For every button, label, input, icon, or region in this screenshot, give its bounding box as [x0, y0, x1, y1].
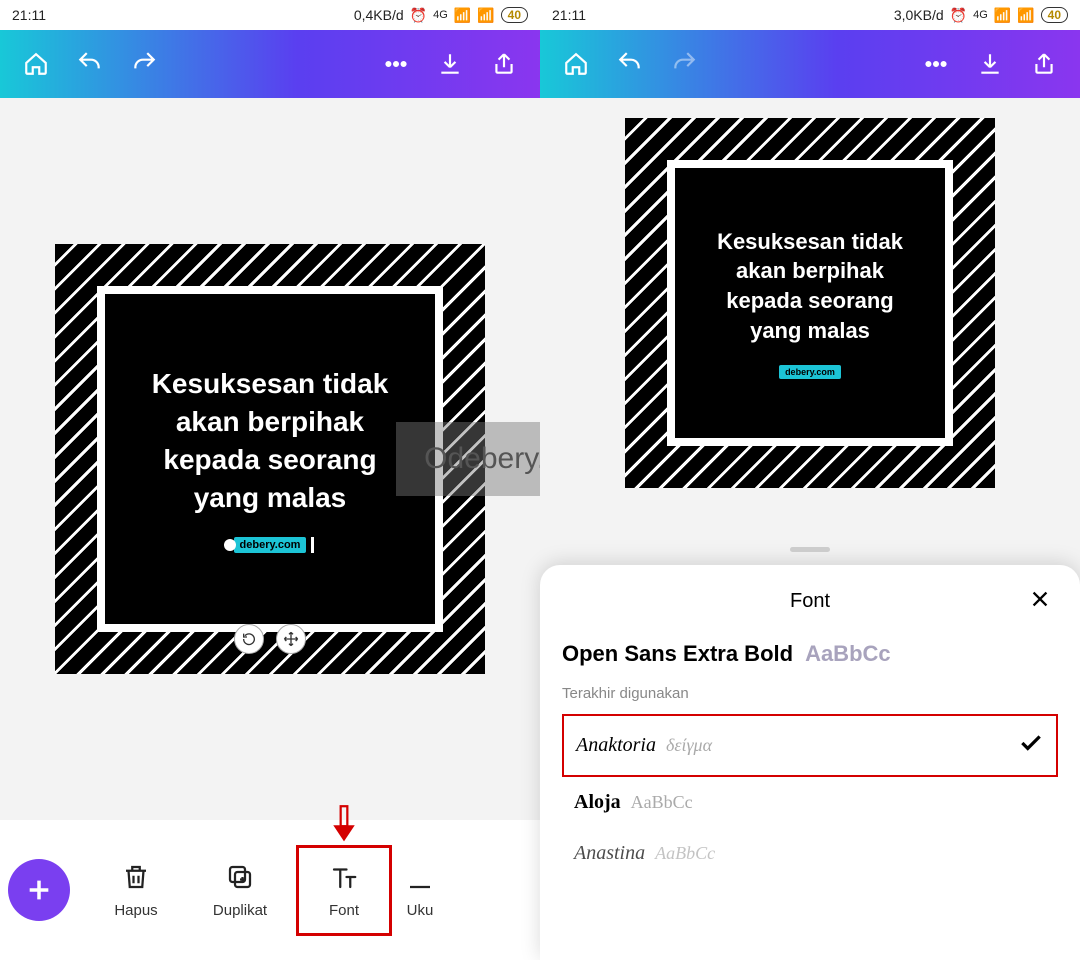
font-sheet: Font Open Sans Extra Bold AaBbCc Terakhi…	[540, 565, 1080, 960]
font-row-anaktoria[interactable]: Anaktoria δείγμα	[562, 714, 1058, 777]
sheet-drag-handle[interactable]	[790, 547, 830, 552]
rotate-handle[interactable]	[234, 624, 264, 654]
font-row-aloja[interactable]: Aloja AaBbCc	[562, 777, 1058, 828]
font-tool[interactable]: Font	[296, 845, 392, 936]
signal-icon: 📶	[994, 7, 1011, 24]
status-net: 3,0KB/d	[894, 7, 944, 23]
status-net: 0,4KB/d	[354, 7, 404, 23]
more-button[interactable]	[374, 42, 418, 86]
quote-line: kepada seorang	[726, 288, 894, 313]
current-font-name: Open Sans Extra Bold	[562, 641, 793, 667]
font-icon	[329, 862, 359, 892]
quote-line: kepada seorang	[163, 444, 376, 475]
inner-frame: Kesuksesan tidak akan berpihak kepada se…	[97, 286, 443, 632]
status-bar: 21:11 3,0KB/d ⏰ 4G 📶 📶 40	[540, 0, 1080, 30]
alarm-icon: ⏰	[950, 7, 967, 24]
arrow-annotation-icon	[330, 804, 358, 849]
current-font[interactable]: Open Sans Extra Bold AaBbCc	[562, 641, 1058, 667]
move-handle[interactable]	[276, 624, 306, 654]
download-button[interactable]	[428, 42, 472, 86]
status-right: 3,0KB/d ⏰ 4G 📶 📶 40	[894, 7, 1068, 24]
wifi-icon: 📶	[1017, 7, 1034, 24]
watermark-chip[interactable]: debery.com	[234, 537, 307, 553]
signal-icon: 📶	[454, 7, 471, 24]
quote-line: akan berpihak	[176, 406, 364, 437]
font-sample: δείγμα	[666, 735, 712, 756]
quote-line: Kesuksesan tidak	[152, 368, 389, 399]
delete-tool[interactable]: Hapus	[88, 848, 184, 933]
download-button[interactable]	[968, 42, 1012, 86]
screen-left: 21:11 0,4KB/d ⏰ 4G 📶 📶 40 Kesuksesan tid…	[0, 0, 540, 960]
bottom-toolbar: Hapus Duplikat Font Uku	[0, 820, 540, 960]
status-bar: 21:11 0,4KB/d ⏰ 4G 📶 📶 40	[0, 0, 540, 30]
status-time: 21:11	[12, 7, 354, 23]
close-button[interactable]	[1022, 581, 1058, 617]
quote-line: Kesuksesan tidak	[717, 229, 903, 254]
quote-text[interactable]: Kesuksesan tidak akan berpihak kepada se…	[717, 227, 903, 346]
redo-button[interactable]	[662, 42, 706, 86]
selection-handles	[234, 624, 306, 654]
undo-button[interactable]	[608, 42, 652, 86]
sheet-title: Font	[790, 590, 830, 613]
signal-4g-icon: 4G	[973, 9, 988, 21]
font-sample: AaBbCc	[631, 792, 693, 813]
home-button[interactable]	[14, 42, 58, 86]
canvas-area[interactable]: Kesuksesan tidak akan berpihak kepada se…	[0, 98, 540, 820]
size-icon	[405, 862, 435, 892]
screen-right: 21:11 3,0KB/d ⏰ 4G 📶 📶 40 Kesuksesan tid…	[540, 0, 1080, 960]
redo-button[interactable]	[122, 42, 166, 86]
quote-line: yang malas	[194, 482, 347, 513]
battery-icon: 40	[501, 7, 528, 23]
tool-label: Hapus	[114, 902, 157, 919]
quote-line: akan berpihak	[736, 258, 884, 283]
check-icon	[1018, 730, 1044, 761]
wifi-icon: 📶	[477, 7, 494, 24]
status-time: 21:11	[552, 7, 894, 23]
home-button[interactable]	[554, 42, 598, 86]
quote-line: yang malas	[750, 318, 870, 343]
font-name: Anaktoria	[576, 734, 656, 757]
share-button[interactable]	[1022, 42, 1066, 86]
tool-label: Uku	[407, 902, 434, 919]
more-button[interactable]	[914, 42, 958, 86]
font-name: Anastina	[574, 842, 645, 865]
duplicate-icon	[225, 862, 255, 892]
inner-frame: Kesuksesan tidak akan berpihak kepada se…	[667, 160, 953, 446]
font-name: Aloja	[574, 791, 621, 814]
battery-icon: 40	[1041, 7, 1068, 23]
font-sample: AaBbCc	[655, 843, 715, 864]
signal-4g-icon: 4G	[433, 9, 448, 21]
font-row-anastina[interactable]: Anastina AaBbCc	[562, 828, 1058, 879]
alarm-icon: ⏰	[410, 7, 427, 24]
size-tool[interactable]: Uku	[400, 848, 440, 933]
duplicate-tool[interactable]: Duplikat	[192, 848, 288, 933]
quote-text[interactable]: Kesuksesan tidak akan berpihak kepada se…	[152, 365, 389, 516]
app-bar	[540, 30, 1080, 98]
section-label: Terakhir digunakan	[562, 685, 1058, 702]
tool-label: Duplikat	[213, 902, 267, 919]
current-font-sample: AaBbCc	[805, 641, 891, 667]
watermark-chip[interactable]: debery.com	[779, 365, 841, 379]
tool-label: Font	[329, 902, 359, 919]
status-right: 0,4KB/d ⏰ 4G 📶 📶 40	[354, 7, 528, 24]
sheet-header: Font	[562, 581, 1058, 621]
design-canvas[interactable]: Kesuksesan tidak akan berpihak kepada se…	[625, 118, 995, 488]
share-button[interactable]	[482, 42, 526, 86]
undo-button[interactable]	[68, 42, 112, 86]
add-button[interactable]	[8, 859, 70, 921]
trash-icon	[121, 862, 151, 892]
app-bar	[0, 30, 540, 98]
